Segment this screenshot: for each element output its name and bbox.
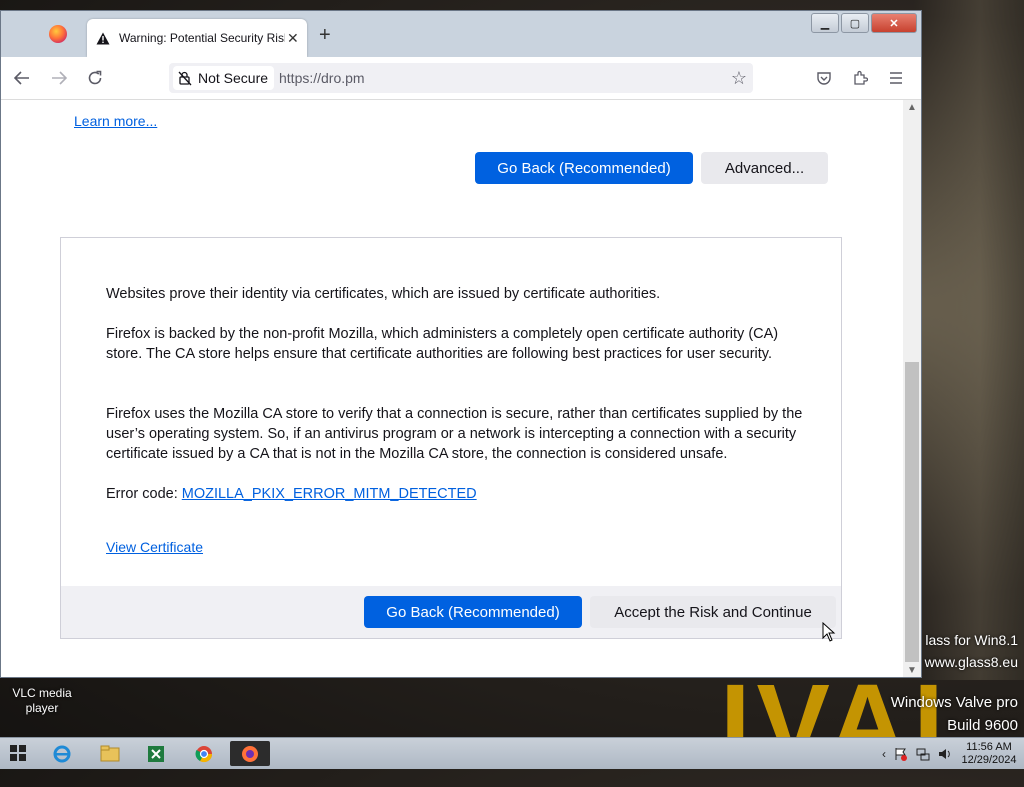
forward-button[interactable] bbox=[47, 67, 71, 89]
folder-icon bbox=[100, 745, 120, 761]
maximize-button[interactable]: ▢ bbox=[841, 13, 869, 33]
scrollbar-thumb[interactable] bbox=[905, 362, 919, 662]
new-tab-button[interactable]: + bbox=[319, 25, 331, 45]
tab-security-warning[interactable]: Warning: Potential Security Risk Ahead ✕ bbox=[87, 19, 307, 57]
watermark-line1: lass for Win8.1 bbox=[925, 632, 1018, 648]
reload-icon bbox=[88, 70, 102, 85]
view-certificate-link[interactable]: View Certificate bbox=[106, 539, 203, 555]
extensions-button[interactable] bbox=[849, 67, 871, 89]
forward-arrow-icon bbox=[52, 71, 67, 85]
system-tray: ‹ 11:56 AM 12/29/2024 bbox=[882, 738, 1018, 769]
address-bar[interactable]: Not Secure https://dro.pm ☆ bbox=[169, 63, 753, 93]
vlc-desktop-shortcut[interactable]: VLC media player bbox=[4, 676, 80, 716]
scroll-up-icon[interactable]: ▲ bbox=[907, 102, 917, 113]
site-security-indicator[interactable]: Not Secure bbox=[173, 66, 275, 90]
windows-logo-icon bbox=[10, 745, 26, 761]
navigation-toolbar: Not Secure https://dro.pm ☆ bbox=[1, 57, 921, 100]
scroll-down-icon[interactable]: ▼ bbox=[907, 665, 917, 676]
error-code-link[interactable]: MOZILLA_PKIX_ERROR_MITM_DETECTED bbox=[182, 486, 477, 502]
advanced-button[interactable]: Advanced... bbox=[701, 152, 828, 184]
reload-button[interactable] bbox=[83, 67, 107, 89]
go-back-button-top[interactable]: Go Back (Recommended) bbox=[475, 152, 693, 184]
page-content: Learn more... Go Back (Recommended) Adva… bbox=[1, 100, 903, 677]
action-center-flag-icon[interactable] bbox=[894, 747, 908, 761]
mouse-cursor-icon bbox=[822, 622, 836, 642]
app-menu-button[interactable] bbox=[885, 67, 907, 89]
internet-explorer-icon bbox=[53, 745, 71, 762]
certificate-explanation-1: Websites prove their identity via certif… bbox=[106, 286, 661, 302]
puzzle-icon bbox=[854, 70, 868, 85]
certificate-explanation-3: Firefox uses the Mozilla CA store to ver… bbox=[106, 406, 803, 462]
error-code-line: Error code: MOZILLA_PKIX_ERROR_MITM_DETE… bbox=[106, 484, 806, 504]
clock[interactable]: 11:56 AM 12/29/2024 bbox=[960, 741, 1018, 767]
firefox-window: Warning: Potential Security Risk Ahead ✕… bbox=[0, 10, 922, 678]
wallpaper-art bbox=[914, 0, 1024, 680]
clock-time: 11:56 AM bbox=[966, 740, 1012, 753]
advanced-panel: Websites prove their identity via certif… bbox=[60, 237, 842, 639]
window-controls: ▁ ▢ ✕ bbox=[811, 13, 917, 33]
insecure-lock-icon bbox=[178, 71, 192, 86]
warning-icon bbox=[95, 30, 111, 46]
tab-close-icon[interactable]: ✕ bbox=[287, 30, 299, 47]
firefox-logo-icon bbox=[49, 25, 67, 43]
taskbar-excel[interactable] bbox=[136, 741, 176, 766]
taskbar-file-explorer[interactable] bbox=[90, 741, 130, 766]
windows-build: Build 9600 bbox=[947, 717, 1018, 734]
windows-edition: Windows Valve pro bbox=[890, 694, 1018, 711]
certificate-explanation-2: Firefox is backed by the non-profit Mozi… bbox=[106, 326, 779, 362]
watermark-line2: www.glass8.eu bbox=[924, 654, 1018, 670]
volume-icon[interactable] bbox=[938, 747, 952, 761]
advanced-panel-footer: Go Back (Recommended) Accept the Risk an… bbox=[61, 586, 841, 638]
firefox-icon bbox=[242, 745, 258, 762]
error-code-label: Error code: bbox=[106, 486, 182, 502]
network-icon[interactable] bbox=[916, 747, 930, 761]
vlc-label: VLC media player bbox=[12, 686, 72, 715]
tab-title: Warning: Potential Security Risk Ahead bbox=[119, 31, 285, 45]
back-arrow-icon bbox=[14, 71, 29, 85]
pocket-icon bbox=[817, 72, 831, 85]
not-secure-label: Not Secure bbox=[198, 70, 269, 86]
bookmark-star-icon[interactable]: ☆ bbox=[731, 68, 747, 89]
taskbar: ‹ 11:56 AM 12/29/2024 bbox=[0, 737, 1024, 769]
pocket-button[interactable] bbox=[813, 67, 835, 89]
taskbar-firefox[interactable] bbox=[230, 741, 270, 766]
minimize-button[interactable]: ▁ bbox=[811, 13, 839, 33]
back-button[interactable] bbox=[10, 67, 34, 89]
excel-icon bbox=[148, 745, 164, 762]
accept-risk-button[interactable]: Accept the Risk and Continue bbox=[590, 596, 836, 628]
taskbar-chrome[interactable] bbox=[184, 741, 224, 766]
taskbar-internet-explorer[interactable] bbox=[42, 741, 82, 766]
title-bar: Warning: Potential Security Risk Ahead ✕… bbox=[1, 11, 921, 57]
clock-date: 12/29/2024 bbox=[961, 753, 1017, 766]
hamburger-menu-icon bbox=[890, 72, 902, 84]
close-window-button[interactable]: ✕ bbox=[871, 13, 917, 33]
show-hidden-icons-icon[interactable]: ‹ bbox=[882, 747, 886, 761]
start-button[interactable] bbox=[10, 745, 26, 766]
chrome-icon bbox=[195, 745, 213, 762]
vertical-scrollbar[interactable]: ▲ ▼ bbox=[903, 100, 921, 677]
url-text[interactable]: https://dro.pm bbox=[279, 70, 365, 86]
go-back-button-bottom[interactable]: Go Back (Recommended) bbox=[364, 596, 582, 628]
learn-more-link[interactable]: Learn more... bbox=[74, 113, 157, 129]
